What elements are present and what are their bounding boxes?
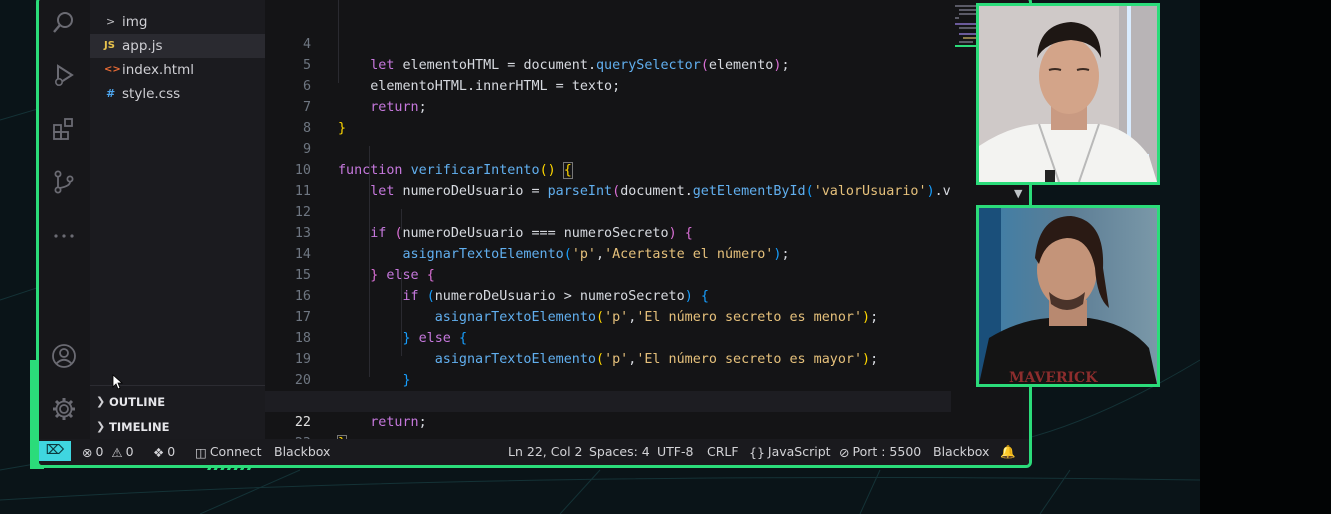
status-bar: ⌦ ⊗ 0 ⚠ 0 ❖ 0 ◫ Connect Blackbox Ln 22, Col … bbox=[39, 439, 1029, 465]
code-line-13: 13 asignarTextoElemento('p','Acertaste e… bbox=[265, 202, 951, 262]
code-line-21: 21 return; bbox=[265, 370, 951, 430]
mouse-cursor-icon bbox=[112, 374, 124, 390]
webcam-feed-top bbox=[976, 3, 1160, 185]
source-control-icon[interactable] bbox=[51, 169, 77, 195]
ports-count: 0 bbox=[167, 444, 176, 459]
database-icon: ◫ bbox=[195, 444, 207, 460]
code-line-15: 15 if (numeroDeUsuario > numeroSecreto) … bbox=[265, 244, 951, 304]
connect-label: Connect bbox=[209, 444, 262, 459]
file-name: app.js bbox=[122, 38, 163, 54]
webcam-bottom-image: MAVERICK bbox=[979, 208, 1157, 384]
live-server-port[interactable]: ⊘ Port : 5500 bbox=[839, 442, 921, 462]
file-name: style.css bbox=[122, 86, 181, 102]
webcam-top-image bbox=[979, 6, 1157, 182]
connect-button[interactable]: ◫ Connect bbox=[195, 442, 262, 462]
code-line-4: 4 let elementoHTML = document.querySelec… bbox=[265, 13, 951, 73]
file-name: index.html bbox=[122, 62, 194, 78]
code-line-14: 14 } else { bbox=[265, 223, 951, 283]
code-line-9: 9 function verificarIntento() { bbox=[265, 118, 951, 179]
outline-section-header[interactable]: ❯ OUTLINE bbox=[90, 390, 265, 414]
gear-icon[interactable] bbox=[51, 396, 77, 422]
code-line-18: 18 asignarTextoElemento('p','El número s… bbox=[265, 307, 951, 367]
right-black-panel bbox=[1200, 0, 1331, 514]
braces-icon: {} bbox=[749, 444, 765, 460]
encoding-setting[interactable]: UTF-8 bbox=[657, 442, 693, 462]
code-line-17: 17 } else { bbox=[265, 286, 951, 346]
code-line-20: 20 } bbox=[265, 349, 951, 409]
code-line-19: 19 } bbox=[265, 328, 951, 388]
code-line-11: 11 bbox=[265, 160, 951, 199]
code-line-8: 8 bbox=[265, 97, 951, 136]
code-line-7: 7 } bbox=[265, 76, 951, 136]
problems-indicator[interactable]: ⊗ 0 ⚠ 0 bbox=[82, 442, 134, 462]
chevron-right-icon: ❯ bbox=[96, 420, 106, 433]
explorer-file-index-html[interactable]: <> index.html bbox=[90, 58, 265, 82]
extensions-icon[interactable] bbox=[51, 116, 77, 142]
code-line-5: 5 elementoHTML.innerHTML = texto; bbox=[265, 34, 951, 94]
no-entry-icon: ⊘ bbox=[839, 444, 850, 460]
blackbox-right-button[interactable]: Blackbox bbox=[933, 442, 989, 462]
error-count: 0 bbox=[95, 444, 104, 459]
section-label: TIMELINE bbox=[109, 420, 170, 434]
chevron-right-icon: > bbox=[106, 15, 116, 28]
code-line-10: 10 let numeroDeUsuario = parseInt(docume… bbox=[265, 139, 951, 199]
language-label: JavaScript bbox=[767, 444, 831, 459]
language-mode[interactable]: {} JavaScript bbox=[749, 442, 831, 462]
css-file-icon: # bbox=[106, 87, 116, 100]
code-line-12: 12 if (numeroDeUsuario === numeroSecreto… bbox=[265, 181, 951, 241]
ports-indicator[interactable]: ❖ 0 bbox=[153, 442, 175, 462]
port-label: Port : 5500 bbox=[852, 444, 922, 459]
html-file-icon: <> bbox=[104, 64, 121, 75]
code-line-6: 6 return; bbox=[265, 55, 951, 115]
warning-count: 0 bbox=[125, 444, 134, 459]
chevron-right-icon: ❯ bbox=[96, 395, 106, 408]
search-icon[interactable] bbox=[51, 9, 77, 35]
code-editor[interactable]: 4 let elementoHTML = document.querySelec… bbox=[265, 0, 951, 452]
vscode-window: > img JS app.js <> index.html # style.cs… bbox=[36, 0, 1032, 468]
explorer-file-style-css[interactable]: # style.css bbox=[90, 82, 265, 106]
indentation-setting[interactable]: Spaces: 4 bbox=[589, 442, 650, 462]
run-debug-icon[interactable] bbox=[51, 62, 77, 88]
bell-icon[interactable]: 🔔 bbox=[1000, 442, 1016, 462]
blackbox-left-button[interactable]: Blackbox bbox=[274, 442, 330, 462]
error-icon: ⊗ bbox=[82, 444, 93, 460]
code-line-23: 23 bbox=[265, 412, 951, 451]
file-name: img bbox=[122, 14, 148, 30]
activity-bar bbox=[39, 0, 90, 439]
javascript-file-icon: JS bbox=[104, 40, 115, 51]
microphone-icon: ▼ bbox=[1014, 187, 1023, 200]
section-label: OUTLINE bbox=[109, 395, 166, 409]
shirt-text: MAVERICK bbox=[1009, 370, 1098, 384]
eol-setting[interactable]: CRLF bbox=[707, 442, 739, 462]
code-line-22: 22 } bbox=[265, 391, 951, 452]
webcam-feed-bottom: MAVERICK bbox=[976, 205, 1160, 387]
broadcast-icon: ❖ bbox=[153, 444, 165, 460]
more-icon[interactable] bbox=[51, 223, 77, 249]
explorer-folder-img[interactable]: > img bbox=[90, 10, 265, 34]
timeline-section-header[interactable]: ❯ TIMELINE bbox=[90, 415, 265, 439]
remote-icon[interactable]: ⌦ bbox=[39, 441, 71, 461]
warning-icon: ⚠ bbox=[111, 444, 123, 460]
account-icon[interactable] bbox=[51, 343, 77, 369]
cursor-position[interactable]: Ln 22, Col 2 bbox=[508, 442, 583, 462]
code-line-16: 16 asignarTextoElemento('p','El número s… bbox=[265, 265, 951, 325]
explorer-file-app-js[interactable]: JS app.js bbox=[90, 34, 265, 58]
